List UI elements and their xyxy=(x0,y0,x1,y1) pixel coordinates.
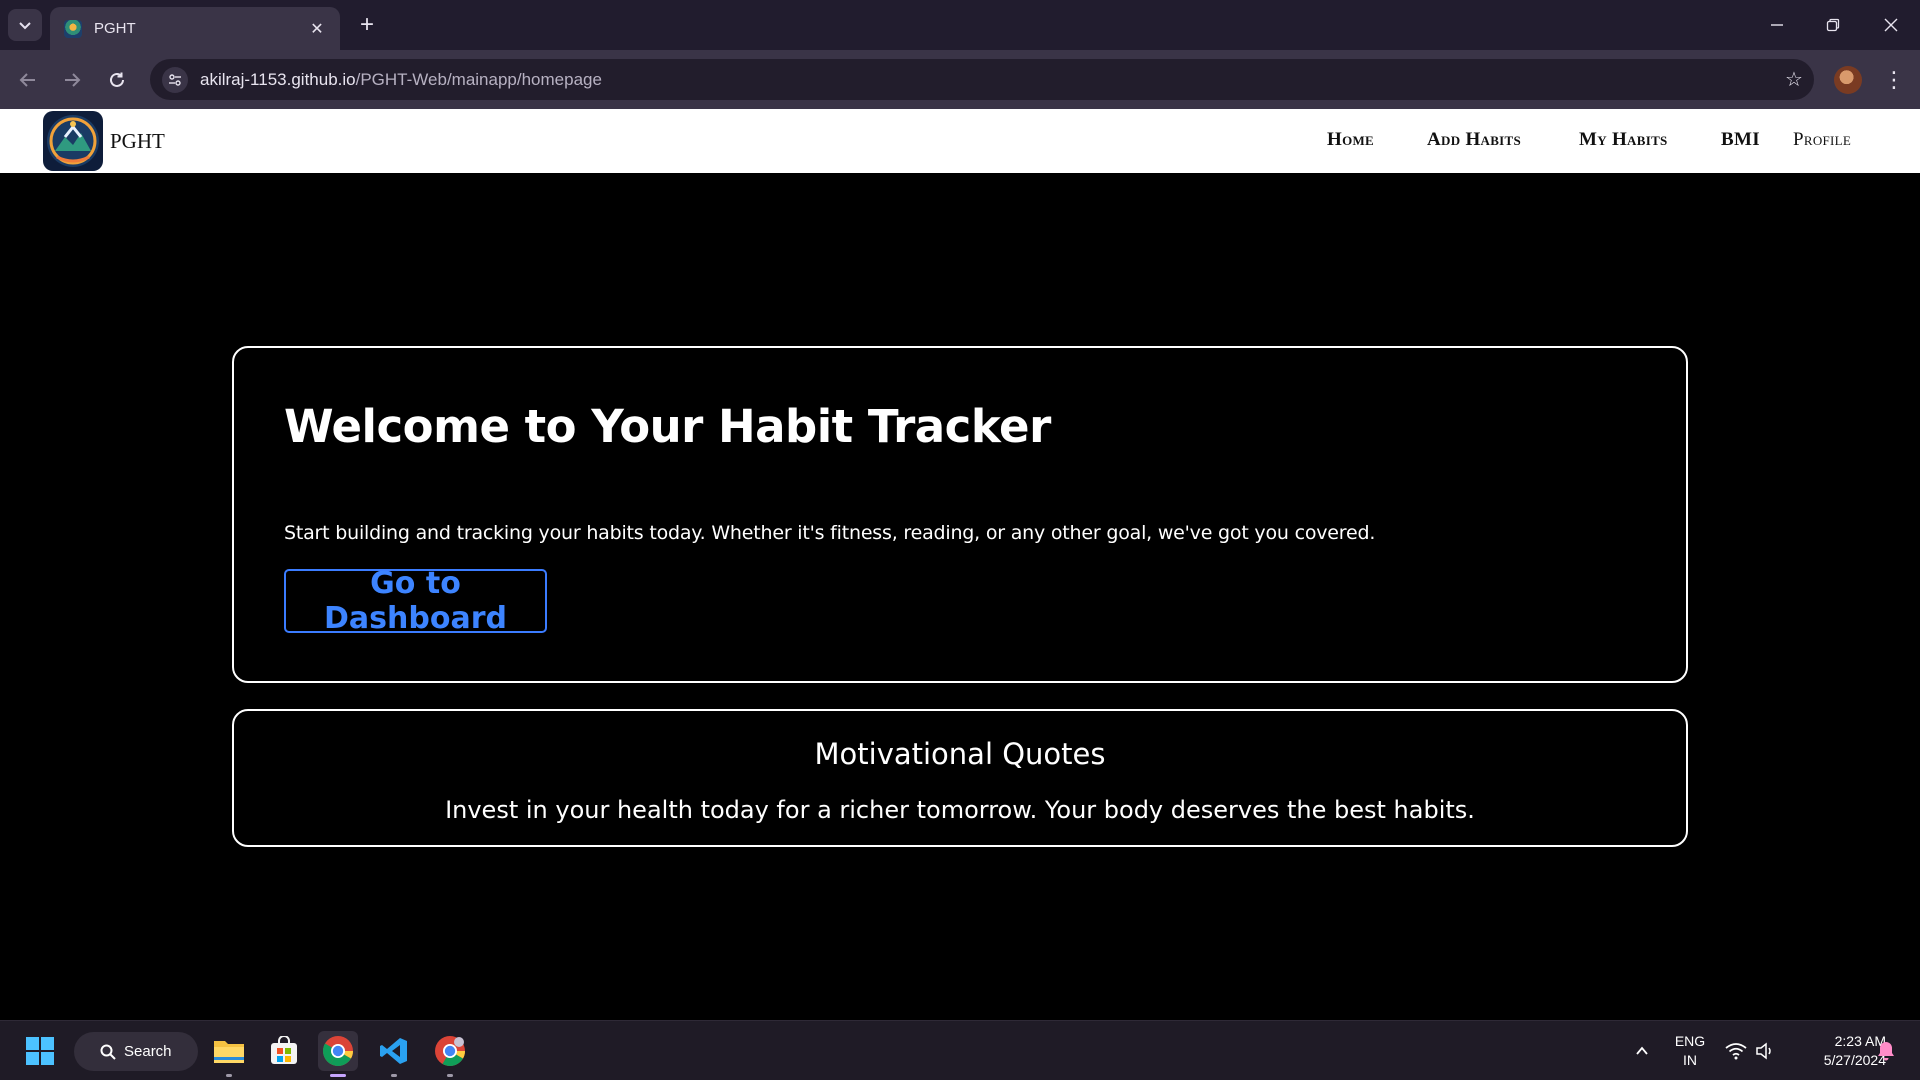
taskbar-search[interactable]: Search xyxy=(74,1032,198,1071)
welcome-heading: Welcome to Your Habit Tracker xyxy=(284,400,1051,453)
show-hidden-icons-chevron-up-icon[interactable] xyxy=(1622,1031,1662,1071)
windows-taskbar: Search ENG IN 2:23 AM 5/27/2024 xyxy=(0,1020,1920,1080)
pght-logo[interactable] xyxy=(43,111,103,171)
site-info-icon[interactable] xyxy=(162,66,188,93)
region-code: IN xyxy=(1683,1052,1697,1068)
quotes-heading: Motivational Quotes xyxy=(814,737,1106,771)
nav-profile[interactable]: Profile xyxy=(1793,129,1851,151)
go-to-dashboard-button[interactable]: Go to Dashboard xyxy=(284,566,547,636)
search-icon xyxy=(100,1044,116,1060)
active-indicator xyxy=(330,1074,346,1077)
welcome-description: Start building and tracking your habits … xyxy=(284,522,1376,544)
taskbar-search-label: Search xyxy=(124,1043,172,1060)
tab-search-button[interactable] xyxy=(8,9,42,41)
brand-name: PGHT xyxy=(110,129,165,153)
address-bar[interactable]: akilraj-1153.github.io/PGHT-Web/mainapp/… xyxy=(150,59,1814,100)
chevron-down-icon xyxy=(19,22,31,30)
file-explorer-icon[interactable] xyxy=(209,1031,249,1077)
vscode-icon[interactable] xyxy=(374,1031,414,1077)
close-tab-icon[interactable]: ✕ xyxy=(306,19,328,39)
notification-bell-icon[interactable] xyxy=(1866,1031,1906,1071)
browser-toolbar: akilraj-1153.github.io/PGHT-Web/mainapp/… xyxy=(0,50,1920,109)
tab-title: PGHT xyxy=(94,20,136,37)
chrome-taskbar-icon[interactable] xyxy=(318,1031,358,1077)
nav-bmi[interactable]: BMI xyxy=(1721,129,1760,151)
close-window-icon[interactable] xyxy=(1868,8,1914,42)
running-indicator xyxy=(447,1074,453,1077)
microsoft-store-icon[interactable] xyxy=(264,1031,304,1071)
profile-avatar[interactable] xyxy=(1834,66,1862,94)
language-code: ENG xyxy=(1674,1033,1706,1049)
running-indicator xyxy=(391,1074,397,1077)
motivational-quotes-card: Motivational Quotes Invest in your healt… xyxy=(232,709,1688,847)
browser-tab-bar: PGHT ✕ + xyxy=(0,0,1920,50)
site-header: PGHT Home Add Habits My Habits BMI Profi… xyxy=(0,109,1920,173)
browser-tab[interactable]: PGHT ✕ xyxy=(50,7,340,50)
reload-icon[interactable] xyxy=(99,62,135,98)
nav-home[interactable]: Home xyxy=(1327,129,1374,151)
nav-my-habits[interactable]: My Habits xyxy=(1579,129,1668,151)
back-arrow-icon[interactable] xyxy=(10,62,46,98)
url-host: akilraj-1153.github.io xyxy=(200,69,356,89)
url-path: /PGHT-Web/mainapp/homepage xyxy=(355,69,602,89)
quote-text: Invest in your health today for a richer… xyxy=(445,796,1475,824)
windows-start-icon[interactable] xyxy=(20,1031,60,1071)
chrome-profile-icon[interactable] xyxy=(430,1031,470,1077)
new-tab-button[interactable]: + xyxy=(352,10,382,40)
site-favicon-icon xyxy=(64,19,82,38)
running-indicator xyxy=(226,1074,232,1077)
forward-arrow-icon[interactable] xyxy=(54,62,90,98)
browser-menu-icon[interactable]: ⋮ xyxy=(1880,62,1908,98)
bookmark-star-icon[interactable]: ☆ xyxy=(1774,67,1814,92)
minimize-icon[interactable] xyxy=(1754,8,1800,42)
nav-add-habits[interactable]: Add Habits xyxy=(1427,129,1521,151)
url-text[interactable]: akilraj-1153.github.io/PGHT-Web/mainapp/… xyxy=(200,70,1774,90)
input-language[interactable]: ENG IN xyxy=(1668,1032,1712,1070)
restore-icon[interactable] xyxy=(1810,8,1856,42)
welcome-card: Welcome to Your Habit Tracker Start buil… xyxy=(232,346,1688,683)
volume-icon[interactable] xyxy=(1745,1031,1785,1071)
